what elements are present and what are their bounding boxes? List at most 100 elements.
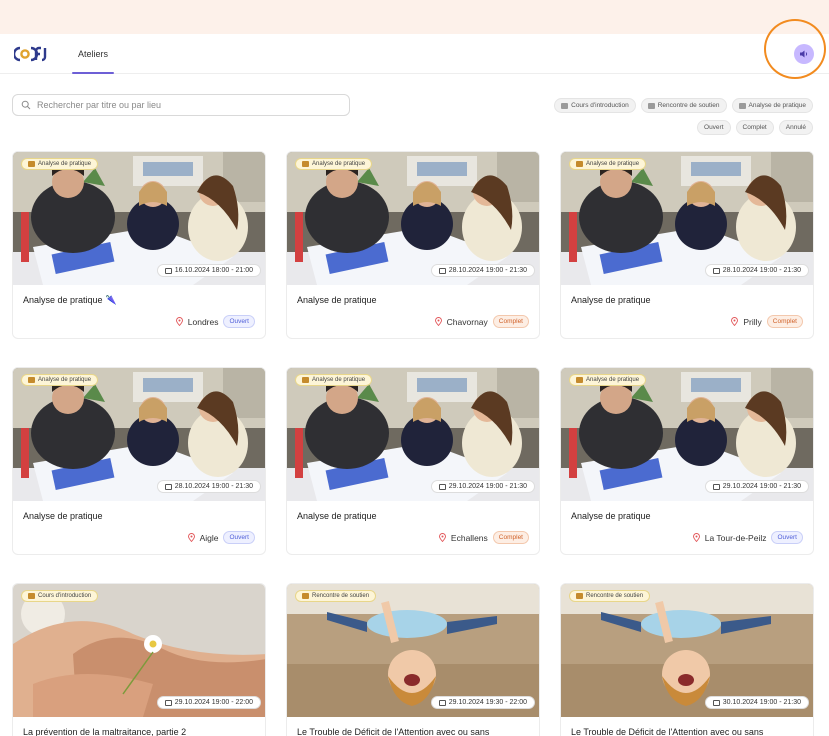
category-tag-label: Analyse de pratique — [586, 161, 640, 167]
date-text: 29.10.2024 19:00 - 21:30 — [722, 483, 801, 490]
category-tag: Analyse de pratique — [569, 158, 647, 170]
date-text: 29.10.2024 19:00 - 21:30 — [448, 483, 527, 490]
category-tag-label: Analyse de pratique — [586, 377, 640, 383]
card-photo: Analyse de pratique 29.10.2024 19:00 - 21… — [561, 368, 813, 501]
workshop-grid: Analyse de pratique 16.10.2024 18:00 - 21… — [12, 151, 814, 736]
calendar-icon — [438, 483, 446, 490]
workshop-card[interactable]: Analyse de pratique 28.10.2024 19:00 - 21… — [12, 367, 266, 555]
date-text: 29.10.2024 19:30 - 22:00 — [448, 699, 527, 706]
status-badge: Complet — [492, 531, 529, 544]
category-tag: Cours d'introduction — [21, 590, 99, 602]
card-title: Le Trouble de Déficit de l'Attention ave… — [571, 727, 763, 736]
date-text: 30.10.2024 19:00 - 21:30 — [722, 699, 801, 706]
category-tag-label: Rencontre de soutien — [312, 593, 370, 599]
workshop-card[interactable]: Analyse de pratique 28.10.2024 19:00 - 21… — [560, 151, 814, 339]
category-tag-label: Analyse de pratique — [38, 377, 92, 383]
category-icon — [302, 161, 309, 167]
filter-chip-category[interactable]: Cours d'introduction — [554, 98, 636, 113]
category-icon — [302, 377, 309, 383]
card-title: Analyse de pratique — [297, 511, 377, 521]
category-icon — [28, 377, 35, 383]
status-badge: Ouvert — [771, 531, 803, 544]
card-title: Analyse de pratique — [23, 511, 103, 521]
card-title-text: Analyse de pratique — [571, 511, 651, 521]
card-photo: Rencontre de soutien 29.10.2024 19:30 - 2… — [287, 584, 539, 717]
card-photo: Analyse de pratique 29.10.2024 19:00 - 21… — [287, 368, 539, 501]
search-input[interactable]: Rechercher par titre ou par lieu — [12, 94, 350, 116]
date-badge: 28.10.2024 19:00 - 21:30 — [704, 264, 809, 277]
top-navigation: Ateliers — [0, 34, 829, 74]
date-text: 28.10.2024 19:00 - 21:30 — [174, 483, 253, 490]
card-meta: La Tour-de-Peilz Ouvert — [692, 531, 803, 544]
card-photo: Analyse de pratique 28.10.2024 19:00 - 21… — [561, 152, 813, 285]
card-photo: Cours d'introduction 29.10.2024 19:00 - 2… — [13, 584, 265, 717]
filter-chip-status[interactable]: Annulé — [778, 120, 813, 135]
card-title-text: Analyse de pratique — [297, 511, 377, 521]
filter-chip-status[interactable]: Complet — [735, 120, 774, 135]
category-tag: Analyse de pratique — [569, 374, 647, 386]
filter-chip-status[interactable]: Ouvert — [697, 120, 731, 135]
location-pin-icon — [187, 533, 195, 542]
date-text: 28.10.2024 19:00 - 21:30 — [722, 267, 801, 274]
calendar-icon — [712, 699, 720, 706]
location-text: Londres — [187, 316, 219, 327]
status-badge: Complet — [766, 315, 803, 328]
date-badge: 28.10.2024 19:00 - 21:30 — [156, 480, 261, 493]
filter-chip-category[interactable]: Analyse de pratique — [731, 98, 813, 113]
category-tag-label: Analyse de pratique — [38, 161, 92, 167]
workshop-card[interactable]: Analyse de pratique 16.10.2024 18:00 - 21… — [12, 151, 266, 339]
search-icon — [21, 100, 31, 110]
workshop-card[interactable]: Analyse de pratique 29.10.2024 19:00 - 21… — [560, 367, 814, 555]
location-pin-icon — [175, 317, 183, 326]
workshop-card[interactable]: Rencontre de soutien 30.10.2024 19:00 - 2… — [560, 583, 814, 736]
card-title-text: La prévention de la maltraitance, partie… — [23, 727, 187, 736]
date-badge: 28.10.2024 19:00 - 21:30 — [430, 264, 535, 277]
date-badge: 30.10.2024 19:00 - 21:30 — [704, 696, 809, 709]
status-badge: Ouvert — [223, 531, 255, 544]
umbrella-icon: 🌂 — [105, 295, 117, 305]
location-text: Prilly — [743, 316, 762, 327]
category-icon — [647, 102, 655, 109]
date-badge: 16.10.2024 18:00 - 21:00 — [156, 264, 261, 277]
calendar-icon — [164, 483, 172, 490]
category-tag: Analyse de pratique — [21, 158, 99, 170]
filter-chip-label: Analyse de pratique — [748, 102, 806, 109]
location-text: Echallens — [450, 532, 488, 543]
filter-chip-category[interactable]: Rencontre de soutien — [640, 98, 727, 113]
ciafj-logo[interactable] — [14, 45, 50, 63]
logo-mark — [14, 46, 47, 61]
workshop-card[interactable]: Rencontre de soutien 29.10.2024 19:30 - 2… — [286, 583, 540, 736]
search-placeholder: Rechercher par titre ou par lieu — [37, 100, 162, 110]
date-badge: 29.10.2024 19:00 - 22:00 — [156, 696, 261, 709]
category-icon — [561, 102, 569, 109]
workshop-card[interactable]: Cours d'introduction 29.10.2024 19:00 - 2… — [12, 583, 266, 736]
location-pin-icon — [692, 533, 700, 542]
category-icon — [576, 593, 583, 599]
location-pin-icon — [731, 317, 739, 326]
tab-ateliers[interactable]: Ateliers — [71, 34, 115, 74]
location-pin-icon — [434, 317, 442, 326]
category-icon — [302, 593, 309, 599]
calendar-icon — [712, 267, 720, 274]
calendar-icon — [438, 267, 446, 274]
category-tag: Analyse de pratique — [295, 158, 373, 170]
card-title-text: Analyse de pratique — [23, 295, 103, 305]
category-tag-label: Analyse de pratique — [312, 377, 366, 383]
workshop-card[interactable]: Analyse de pratique 29.10.2024 19:00 - 21… — [286, 367, 540, 555]
workshop-card[interactable]: Analyse de pratique 28.10.2024 19:00 - 21… — [286, 151, 540, 339]
card-meta: Chavornay Complet — [434, 315, 529, 328]
card-photo: Analyse de pratique 28.10.2024 19:00 - 21… — [287, 152, 539, 285]
location-text: Chavornay — [446, 316, 488, 327]
date-text: 16.10.2024 18:00 - 21:00 — [174, 267, 253, 274]
card-meta: Aigle Ouvert — [187, 531, 255, 544]
category-tag: Analyse de pratique — [295, 374, 373, 386]
category-icon — [28, 161, 35, 167]
card-photo: Analyse de pratique 16.10.2024 18:00 - 21… — [13, 152, 265, 285]
date-text: 29.10.2024 19:00 - 22:00 — [174, 699, 253, 706]
app-window: Ateliers Rechercher par titre ou par lie… — [0, 34, 829, 736]
card-title: Le Trouble de Déficit de l'Attention ave… — [297, 727, 489, 736]
calendar-icon — [164, 267, 172, 274]
card-title-text: Analyse de pratique — [571, 295, 651, 305]
date-badge: 29.10.2024 19:00 - 21:30 — [430, 480, 535, 493]
card-title: Analyse de pratique — [571, 511, 651, 521]
